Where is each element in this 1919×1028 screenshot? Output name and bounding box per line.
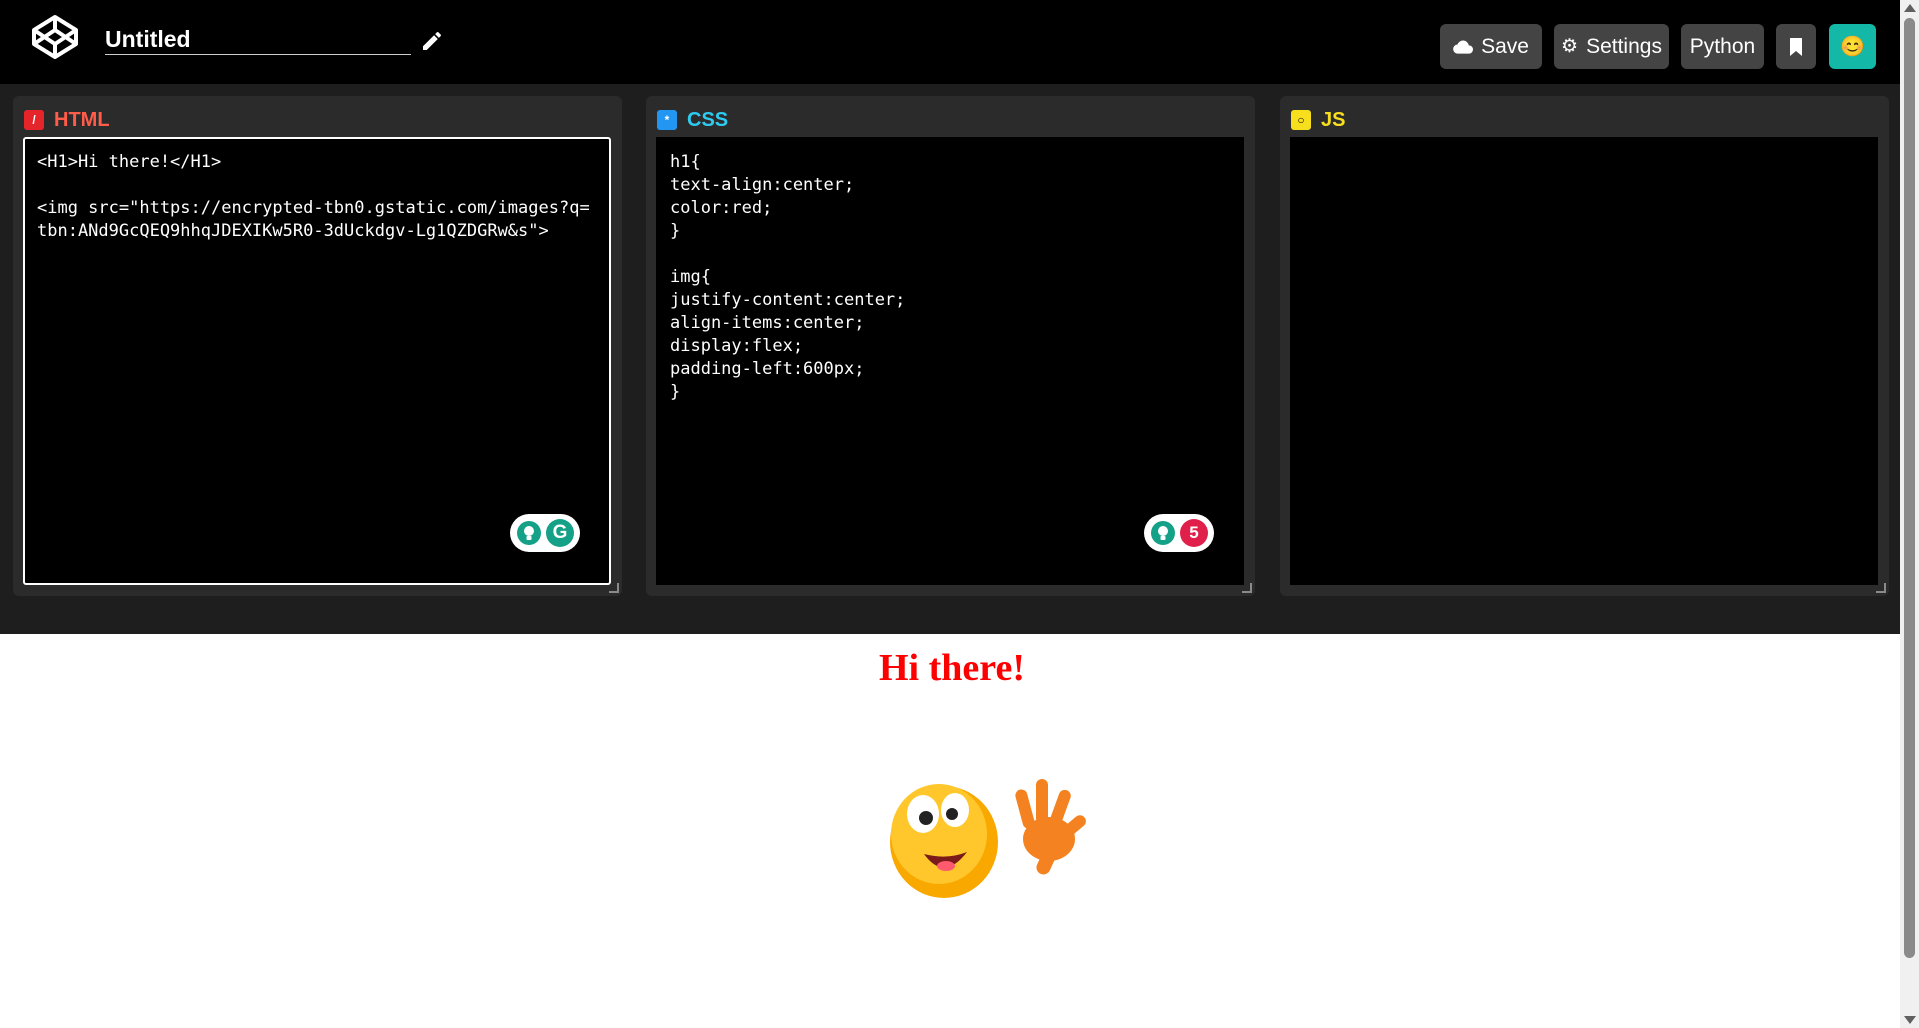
project-title-field[interactable]: Untitled — [105, 24, 411, 55]
save-label: Save — [1481, 34, 1529, 58]
resize-handle[interactable] — [1876, 583, 1886, 593]
scroll-up-arrow-icon[interactable] — [1904, 4, 1916, 12]
scroll-down-arrow-icon[interactable] — [1904, 1016, 1916, 1024]
css-icon: * — [657, 110, 677, 130]
pencil-icon[interactable] — [420, 29, 444, 53]
preview-heading: Hi there! — [879, 647, 1025, 689]
grammarly-widget[interactable]: 5 — [1144, 514, 1214, 552]
js-pane-label: JS — [1321, 108, 1346, 131]
js-icon: ○ — [1291, 110, 1311, 130]
html-icon: / — [24, 110, 44, 130]
settings-label: Settings — [1586, 34, 1662, 58]
js-pane: ○ JS — [1280, 96, 1889, 596]
css-pane-label: CSS — [687, 108, 729, 131]
editor-area: / HTML <H1>Hi there!</H1> <img src="http… — [0, 84, 1900, 634]
js-editor[interactable] — [1290, 137, 1878, 585]
bookmark-button[interactable] — [1776, 24, 1816, 69]
project-title[interactable]: Untitled — [105, 26, 191, 52]
css-pane-header: * CSS — [657, 108, 728, 132]
html-pane-label: HTML — [54, 108, 110, 131]
avatar-emoji: 😊 — [1840, 36, 1865, 58]
waving-emoji-image — [890, 779, 1086, 898]
python-label: Python — [1689, 34, 1756, 58]
top-bar: Untitled Save ⚙ Settings Python 😊 — [0, 0, 1900, 84]
avatar-button[interactable]: 😊 — [1829, 24, 1876, 69]
python-button[interactable]: Python — [1681, 24, 1764, 69]
grammar-issue-count: 5 — [1180, 519, 1208, 547]
output-preview: Hi there! — [4, 634, 1900, 1028]
html-pane-header: / HTML — [24, 108, 110, 132]
cloud-icon — [1453, 40, 1474, 54]
grammarly-icon: G — [546, 519, 574, 547]
scrollbar-thumb[interactable] — [1904, 18, 1915, 958]
grammarly-widget[interactable]: G — [510, 514, 580, 552]
codepen-logo-icon[interactable] — [30, 14, 80, 60]
js-pane-header: ○ JS — [1291, 108, 1345, 132]
bookmark-icon — [1790, 37, 1802, 56]
gear-icon: ⚙ — [1561, 36, 1579, 57]
resize-handle[interactable] — [609, 583, 619, 593]
lightbulb-icon — [1151, 521, 1175, 545]
vertical-scrollbar[interactable] — [1900, 0, 1919, 1028]
resize-handle[interactable] — [1242, 583, 1252, 593]
lightbulb-icon — [517, 521, 541, 545]
save-button[interactable]: Save — [1440, 24, 1542, 69]
settings-button[interactable]: ⚙ Settings — [1554, 24, 1669, 69]
